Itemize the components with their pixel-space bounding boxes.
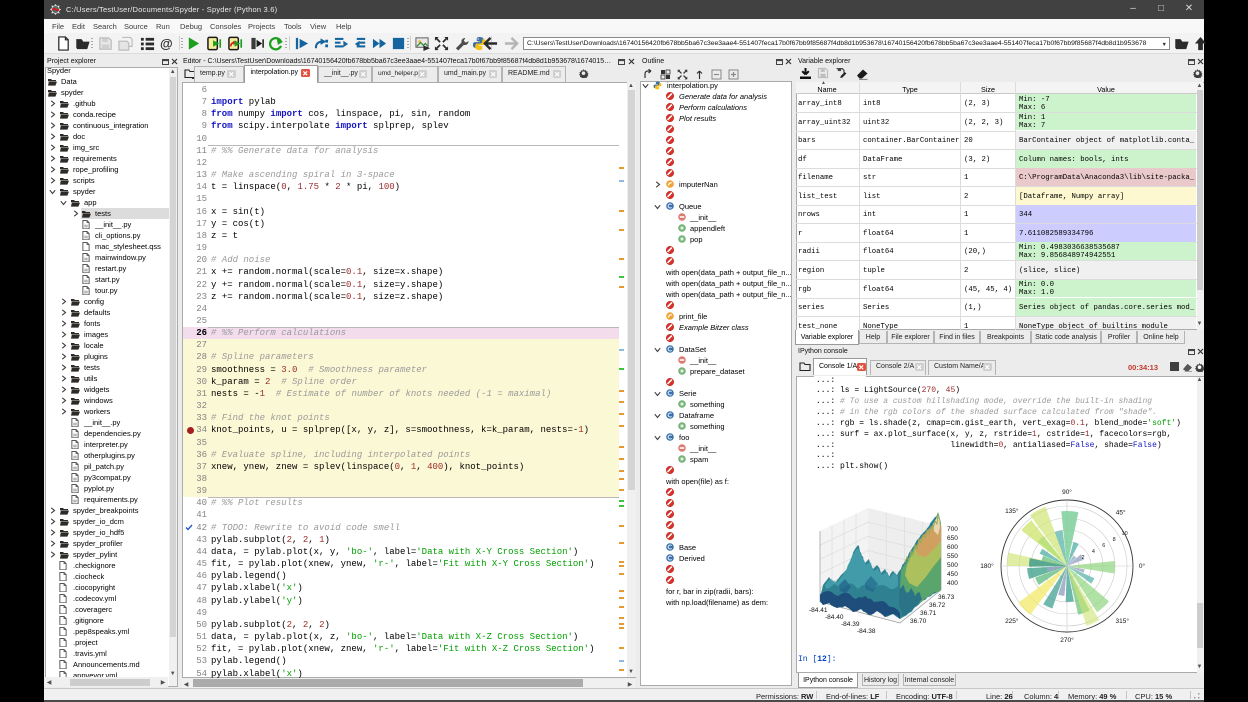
svg-text:8: 8 — [1113, 537, 1116, 543]
svg-text:45°: 45° — [1116, 508, 1126, 516]
svg-text:315°: 315° — [1115, 617, 1129, 625]
svg-text:225°: 225° — [1005, 617, 1019, 625]
svg-text:2: 2 — [1081, 555, 1084, 561]
svg-text:4: 4 — [1092, 549, 1095, 555]
svg-text:0°: 0° — [1139, 562, 1146, 570]
svg-text:135°: 135° — [1005, 507, 1019, 515]
svg-text:6: 6 — [1102, 543, 1105, 549]
svg-text:90°: 90° — [1062, 488, 1072, 496]
svg-text:180°: 180° — [980, 562, 994, 570]
svg-text:270°: 270° — [1060, 636, 1074, 644]
svg-text:10: 10 — [1122, 531, 1128, 537]
